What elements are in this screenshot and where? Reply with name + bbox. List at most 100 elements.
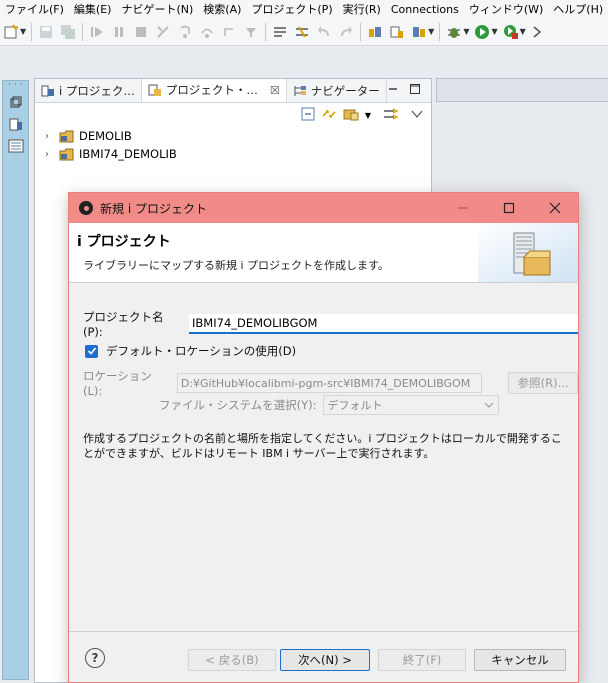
chevron-right-icon[interactable]: › [45, 131, 57, 142]
app-icon [79, 201, 93, 215]
menu-file[interactable]: ファイル(F) [0, 1, 69, 17]
more-tools-icon[interactable] [530, 23, 548, 41]
menu-project[interactable]: プロジェクト(P) [246, 1, 337, 17]
i-projects-icon [41, 84, 55, 98]
tab-project-explorer[interactable]: プロジェクト・… ☒ [141, 79, 287, 102]
open-object-icon[interactable] [410, 23, 428, 41]
run-icon[interactable] [473, 23, 491, 41]
chevron-down-icon[interactable]: ▼ [20, 27, 26, 36]
maximize-button[interactable] [486, 193, 532, 223]
use-default-location-checkbox[interactable] [85, 344, 98, 358]
project-folder-icon [59, 148, 75, 161]
toolbar-separator [439, 22, 441, 41]
suspend-icon[interactable] [110, 23, 128, 41]
chevron-down-icon[interactable]: ▼ [428, 27, 434, 36]
editor-area-header [436, 78, 608, 102]
tree-item-ibmi74-demolib[interactable]: › IBMI74_DEMOLIB [35, 145, 431, 163]
tab-label: i プロジェク… [59, 83, 135, 98]
undo-icon[interactable] [315, 23, 333, 41]
menu-run[interactable]: 実行(R) [338, 1, 386, 17]
open-type-icon[interactable] [366, 23, 384, 41]
use-default-location-row: デフォルト・ロケーションの使用(D) [85, 343, 296, 359]
redo-icon[interactable] [337, 23, 355, 41]
navigator-icon [293, 84, 307, 98]
menu-search[interactable]: 検索(A) [198, 1, 246, 17]
file-system-label: ファイル・システムを選択(Y): [159, 398, 317, 412]
minimize-icon[interactable] [387, 83, 399, 98]
view-controls [387, 79, 431, 102]
use-step-filters-icon[interactable] [242, 23, 260, 41]
outline-icon[interactable] [3, 135, 28, 157]
back-button[interactable]: < 戻る(B) [188, 649, 276, 671]
resume-icon[interactable] [88, 23, 106, 41]
view-toolbar: ▼ [35, 103, 431, 127]
step-return-icon[interactable] [220, 23, 238, 41]
project-name-field[interactable] [189, 314, 578, 334]
chevron-down-icon[interactable]: ▼ [463, 27, 469, 36]
menu-window[interactable]: ウィンドウ(W) [464, 1, 548, 17]
finish-button[interactable]: 終了(F) [378, 649, 466, 671]
cancel-button[interactable]: キャンセル [474, 649, 566, 671]
disconnect-icon[interactable] [154, 23, 172, 41]
tree-item-label: IBMI74_DEMOLIB [79, 147, 177, 161]
view-menu-icon[interactable] [411, 108, 423, 122]
use-default-location-label[interactable]: デフォルト・ロケーションの使用(D) [106, 343, 296, 359]
menu-connections[interactable]: Connections [386, 3, 464, 16]
project-folder-icon [59, 130, 75, 143]
drag-handle[interactable]: · · · [3, 81, 28, 91]
step-over-icon[interactable] [198, 23, 216, 41]
restore-icon[interactable] [3, 91, 28, 113]
chevron-down-icon[interactable]: ▼ [365, 111, 371, 120]
wizard-description-text: 作成するプロジェクトの名前と場所を指定してください。i プロジェクトはローカルで… [83, 432, 562, 460]
chevron-down-icon[interactable]: ▼ [520, 27, 526, 36]
debug-icon[interactable] [445, 23, 463, 41]
run-external-tool-icon[interactable] [502, 23, 520, 41]
file-system-select[interactable]: デフォルト [322, 395, 499, 415]
project-name-label: プロジェクト名(P): [83, 310, 164, 339]
view-tab-row: i プロジェク… プロジェクト・… ☒ ナビゲーター [35, 79, 431, 103]
tab-i-projects[interactable]: i プロジェク… [35, 79, 142, 102]
tree-item-demolib[interactable]: › DEMOLIB [35, 127, 431, 145]
save-icon[interactable] [37, 23, 55, 41]
close-icon[interactable]: ☒ [270, 84, 280, 97]
wizard-header: i プロジェクト ライブラリーにマップする新規 i プロジェクトを作成します。 [69, 223, 578, 283]
new-folder-icon[interactable] [343, 107, 359, 124]
toolbar-separator [31, 22, 33, 41]
menu-help[interactable]: ヘルプ(H) [548, 1, 608, 17]
tab-label: ナビゲーター [310, 83, 380, 98]
toggle-breakpoint-icon[interactable] [293, 23, 311, 41]
maximize-icon[interactable] [409, 83, 421, 98]
browse-button[interactable]: 参照(R)... [508, 372, 578, 394]
close-button[interactable] [532, 193, 578, 223]
location-row: ロケーション(L): 参照(R)... [83, 368, 578, 398]
filter-icon[interactable] [383, 107, 399, 124]
chevron-down-icon[interactable]: ▼ [491, 27, 497, 36]
save-all-icon[interactable] [59, 23, 77, 41]
collapse-all-icon[interactable] [301, 107, 315, 124]
open-member-icon[interactable] [388, 23, 406, 41]
link-with-editor-icon[interactable] [321, 107, 337, 124]
chevron-right-icon[interactable]: › [45, 149, 57, 160]
next-button[interactable]: 次へ(N) > [280, 649, 370, 671]
toggle-filter-icon[interactable] [271, 23, 289, 41]
dialog-title: 新規 i プロジェクト [100, 201, 207, 216]
wizard-page-description: ライブラリーにマップする新規 i プロジェクトを作成します。 [83, 259, 389, 272]
project-explorer-icon [148, 83, 162, 97]
minimize-button[interactable] [440, 193, 486, 223]
minimized-stack: · · · [2, 80, 29, 680]
location-field[interactable] [176, 373, 483, 393]
tab-navigator[interactable]: ナビゲーター [287, 79, 387, 102]
wizard-page-title: i プロジェクト [77, 234, 171, 250]
new-wizard-icon[interactable] [2, 23, 20, 41]
step-into-icon[interactable] [176, 23, 194, 41]
wizard-banner-icon [478, 223, 578, 282]
toolbar-separator [265, 22, 267, 41]
i-projects-icon[interactable] [3, 113, 28, 135]
dialog-button-bar: ? < 戻る(B) 次へ(N) > 終了(F) キャンセル [69, 631, 578, 682]
help-icon[interactable]: ? [85, 648, 105, 668]
project-tree: › DEMOLIB › IBMI74_DEMOLIB [35, 127, 431, 163]
menu-navigate[interactable]: ナビゲート(N) [116, 1, 198, 17]
file-system-value: デフォルト [327, 399, 383, 412]
menu-edit[interactable]: 編集(E) [69, 1, 117, 17]
terminate-icon[interactable] [132, 23, 150, 41]
